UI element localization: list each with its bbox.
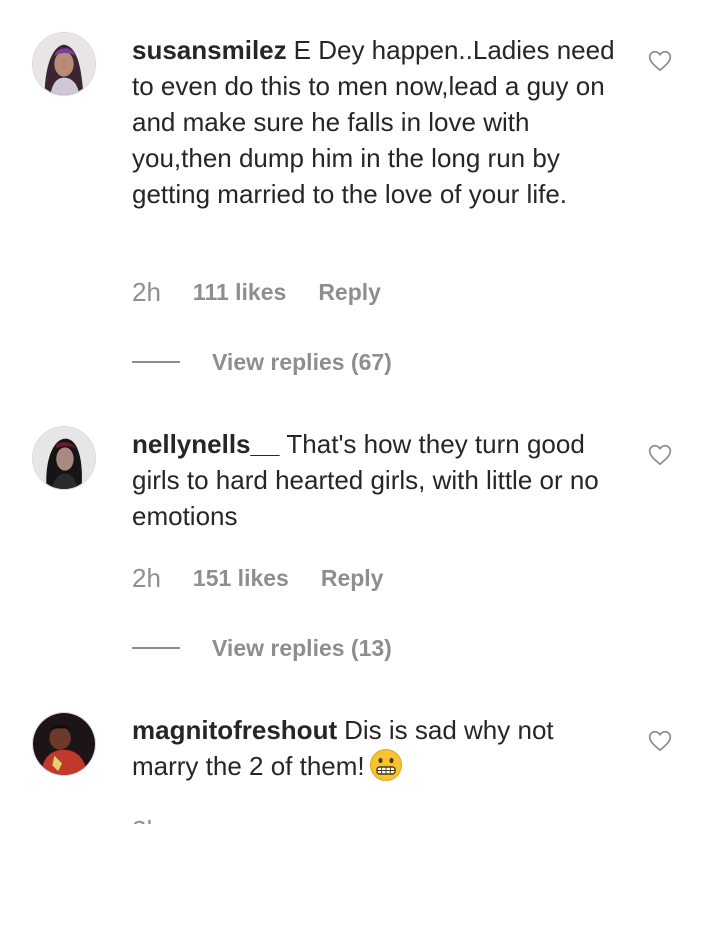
reply-button[interactable]: Reply [318,279,381,306]
heart-outline-icon[interactable] [647,728,673,754]
view-replies-button[interactable]: View replies (13) [132,632,392,664]
view-replies-label: View replies (67) [212,348,392,375]
heart-outline-icon[interactable] [647,48,673,74]
comment-meta: 2h 111 likes Reply [132,276,381,308]
comment-text: nellynells__ That's how they turn good gi… [132,426,622,534]
likes-count[interactable]: 151 likes [193,565,289,592]
woman-portrait-avatar [33,33,95,95]
comment-meta: 2h 151 likes Reply [132,562,383,594]
view-replies-button[interactable]: View replies (67) [132,346,392,378]
avatar[interactable] [32,32,96,96]
woman-portrait-avatar [33,427,95,489]
grimacing-face-emoji [369,749,402,781]
view-replies-label: View replies (13) [212,634,392,661]
username[interactable]: susansmilez [132,35,287,65]
username[interactable]: nellynells__ [132,429,279,459]
timestamp: 2h [132,562,161,593]
avatar[interactable] [32,712,96,776]
avatar[interactable] [32,426,96,490]
comment-text: magnitofreshout Dis is sad why not marry … [132,712,622,784]
divider [132,647,180,649]
timestamp: 2h [132,276,161,307]
man-portrait-avatar [33,713,95,775]
comment-text: susansmilez E Dey happen..Ladies need to … [132,32,622,212]
timestamp: 2h [132,812,161,824]
reply-button[interactable]: Reply [321,565,384,592]
username[interactable]: magnitofreshout [132,715,337,745]
divider [132,361,180,363]
heart-outline-icon[interactable] [647,442,673,468]
likes-count[interactable]: 111 likes [193,279,286,306]
